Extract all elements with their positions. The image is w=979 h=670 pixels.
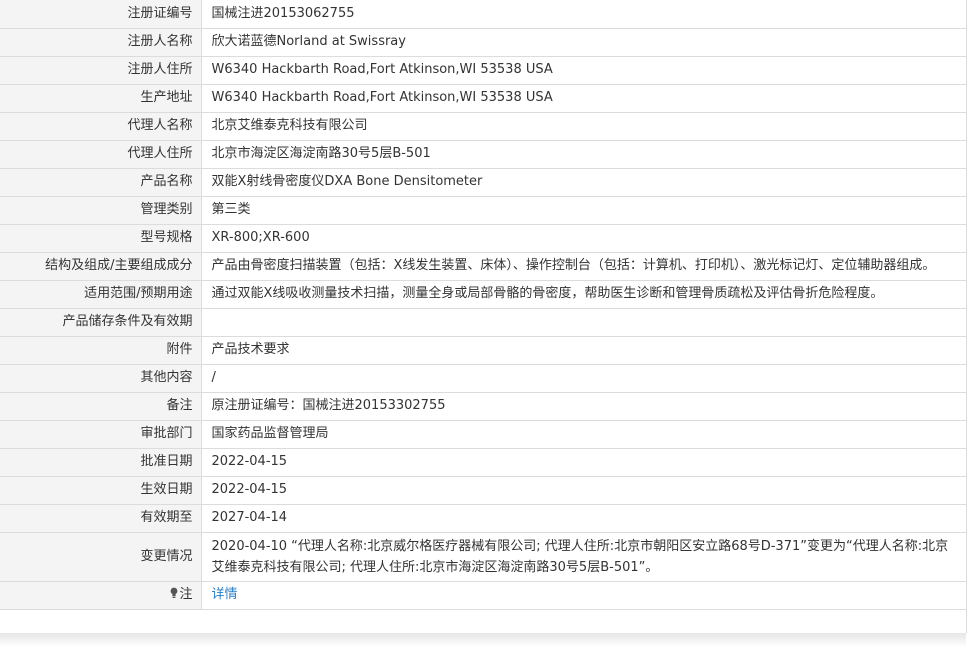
table-row: 代理人住所 北京市海淀区海淀南路30号5层B-501 (0, 139, 966, 169)
table-row: 备注 原注册证编号：国械注进20153302755 (0, 391, 966, 421)
table-right-border (966, 0, 967, 633)
table-row: 变更情况 2020-04-10 “代理人名称:北京威尔格医疗器械有限公司; 代理… (0, 531, 966, 582)
table-row: 附件 产品技术要求 (0, 335, 966, 365)
table-row: 审批部门 国家药品监督管理局 (0, 419, 966, 449)
note-label: 注 (179, 587, 193, 602)
table-row: 其他内容 / (0, 363, 966, 393)
field-value: XR-800;XR-600 (201, 223, 966, 253)
field-value: W6340 Hackbarth Road,Fort Atkinson,WI 53… (201, 55, 966, 85)
field-label: 其他内容 (0, 363, 202, 393)
table-row: 代理人名称 北京艾维泰克科技有限公司 (0, 111, 966, 141)
field-value: 国械注进20153062755 (201, 0, 966, 29)
field-label: 结构及组成/主要组成成分 (0, 251, 202, 281)
field-label: 备注 (0, 391, 202, 421)
field-label: 注册证编号 (0, 0, 202, 29)
field-value: W6340 Hackbarth Road,Fort Atkinson,WI 53… (201, 83, 966, 113)
table-row: 产品名称 双能X射线骨密度仪DXA Bone Densitometer (0, 167, 966, 197)
table-row: 结构及组成/主要组成成分 产品由骨密度扫描装置（包括：X线发生装置、床体）、操作… (0, 251, 966, 281)
field-value: 北京艾维泰克科技有限公司 (201, 111, 966, 141)
table-row: 适用范围/预期用途 通过双能X线吸收测量技术扫描，测量全身或局部骨骼的骨密度，帮… (0, 279, 966, 309)
field-value: 2022-04-15 (201, 475, 966, 505)
table-row: 生效日期 2022-04-15 (0, 475, 966, 505)
field-label: 代理人住所 (0, 139, 202, 169)
field-label: 代理人名称 (0, 111, 202, 141)
field-label: 审批部门 (0, 419, 202, 449)
field-value: / (201, 363, 966, 393)
table-row: 有效期至 2027-04-14 (0, 503, 966, 533)
note-label-cell: 注 (0, 580, 202, 610)
field-value: 双能X射线骨密度仪DXA Bone Densitometer (201, 167, 966, 197)
field-value: 2020-04-10 “代理人名称:北京威尔格医疗器械有限公司; 代理人住所:北… (201, 531, 966, 582)
field-label: 注册人住所 (0, 55, 202, 85)
field-value: 第三类 (201, 195, 966, 225)
field-value: 通过双能X线吸收测量技术扫描，测量全身或局部骨骼的骨密度，帮助医生诊断和管理骨质… (201, 279, 966, 309)
note-value-cell: 详情 (201, 580, 966, 610)
field-label: 型号规格 (0, 223, 202, 253)
lightbulb-icon (171, 587, 178, 598)
field-label: 产品名称 (0, 167, 202, 197)
field-label: 批准日期 (0, 447, 202, 477)
field-label: 变更情况 (0, 531, 202, 582)
registration-detail-table: 注册证编号 国械注进20153062755 注册人名称 欣大诺蓝德Norland… (0, 0, 966, 610)
field-value: 国家药品监督管理局 (201, 419, 966, 449)
field-value: 原注册证编号：国械注进20153302755 (201, 391, 966, 421)
table-row: 注册证编号 国械注进20153062755 (0, 0, 966, 29)
field-label: 注册人名称 (0, 27, 202, 57)
field-value (201, 307, 966, 337)
field-label: 产品储存条件及有效期 (0, 307, 202, 337)
table-row: 管理类别 第三类 (0, 195, 966, 225)
field-value: 产品技术要求 (201, 335, 966, 365)
table-row: 注册人名称 欣大诺蓝德Norland at Swissray (0, 27, 966, 57)
field-label: 附件 (0, 335, 202, 365)
field-value: 产品由骨密度扫描装置（包括：X线发生装置、床体）、操作控制台（包括：计算机、打印… (201, 251, 966, 281)
field-label: 生产地址 (0, 83, 202, 113)
field-label: 管理类别 (0, 195, 202, 225)
details-link[interactable]: 详情 (212, 587, 238, 602)
table-row: 型号规格 XR-800;XR-600 (0, 223, 966, 253)
table-bottom-shadow (0, 633, 966, 647)
field-label: 有效期至 (0, 503, 202, 533)
table-row: 批准日期 2022-04-15 (0, 447, 966, 477)
table-row: 产品储存条件及有效期 (0, 307, 966, 337)
registration-detail-page: 注册证编号 国械注进20153062755 注册人名称 欣大诺蓝德Norland… (0, 0, 979, 670)
table-row: 生产地址 W6340 Hackbarth Road,Fort Atkinson,… (0, 83, 966, 113)
field-value: 2027-04-14 (201, 503, 966, 533)
field-value: 北京市海淀区海淀南路30号5层B-501 (201, 139, 966, 169)
field-value: 2022-04-15 (201, 447, 966, 477)
field-value: 欣大诺蓝德Norland at Swissray (201, 27, 966, 57)
note-row: 注 详情 (0, 580, 966, 610)
field-label: 生效日期 (0, 475, 202, 505)
field-label: 适用范围/预期用途 (0, 279, 202, 309)
table-row: 注册人住所 W6340 Hackbarth Road,Fort Atkinson… (0, 55, 966, 85)
